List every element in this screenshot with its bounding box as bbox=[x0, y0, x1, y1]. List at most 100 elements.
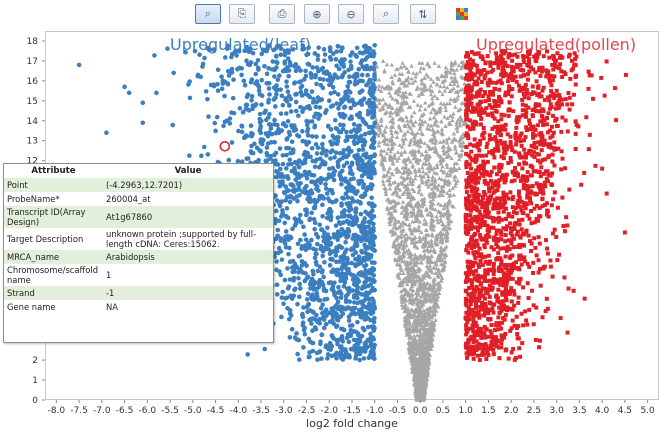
data-point[interactable] bbox=[286, 94, 292, 99]
data-point[interactable] bbox=[307, 199, 312, 204]
data-point[interactable] bbox=[226, 157, 232, 163]
data-point[interactable] bbox=[199, 153, 204, 159]
data-point[interactable] bbox=[368, 91, 373, 96]
data-point[interactable] bbox=[284, 79, 289, 84]
data-point[interactable] bbox=[263, 108, 268, 114]
data-point[interactable] bbox=[287, 199, 293, 205]
data-point[interactable] bbox=[262, 63, 267, 69]
data-point[interactable] bbox=[549, 83, 554, 88]
data-point[interactable] bbox=[277, 269, 282, 274]
data-point[interactable] bbox=[372, 61, 377, 66]
data-point[interactable] bbox=[272, 74, 277, 79]
data-point[interactable] bbox=[356, 66, 362, 72]
data-point[interactable] bbox=[270, 59, 276, 64]
data-point[interactable] bbox=[340, 339, 346, 344]
data-point[interactable] bbox=[278, 249, 284, 254]
data-point[interactable] bbox=[342, 280, 348, 285]
data-point[interactable] bbox=[340, 311, 346, 317]
data-point[interactable] bbox=[277, 183, 283, 189]
data-point[interactable] bbox=[362, 225, 367, 230]
data-point[interactable] bbox=[305, 61, 311, 67]
data-point[interactable] bbox=[295, 351, 300, 357]
data-point[interactable] bbox=[416, 200, 421, 205]
data-point[interactable] bbox=[363, 275, 369, 280]
data-point[interactable] bbox=[266, 86, 272, 91]
data-point[interactable] bbox=[76, 62, 82, 68]
data-point[interactable] bbox=[203, 89, 209, 94]
data-point[interactable] bbox=[456, 165, 462, 170]
data-point[interactable] bbox=[264, 71, 270, 77]
data-point[interactable] bbox=[570, 102, 575, 107]
data-point[interactable] bbox=[368, 331, 373, 337]
data-point[interactable] bbox=[406, 75, 411, 80]
data-point[interactable] bbox=[319, 332, 325, 338]
data-point[interactable] bbox=[353, 356, 358, 361]
data-point[interactable] bbox=[319, 162, 324, 167]
data-point[interactable] bbox=[544, 296, 549, 301]
data-point[interactable] bbox=[280, 102, 286, 108]
data-point[interactable] bbox=[260, 137, 265, 142]
data-point[interactable] bbox=[323, 177, 329, 182]
data-point[interactable] bbox=[286, 251, 291, 257]
data-point[interactable] bbox=[365, 185, 371, 190]
data-point[interactable] bbox=[274, 91, 279, 97]
data-point[interactable] bbox=[330, 199, 335, 205]
data-point[interactable] bbox=[456, 63, 462, 68]
data-point[interactable] bbox=[371, 267, 376, 273]
data-point[interactable] bbox=[366, 224, 371, 230]
data-point[interactable] bbox=[331, 310, 336, 315]
data-point[interactable] bbox=[345, 286, 351, 292]
data-point[interactable] bbox=[343, 306, 348, 312]
data-point[interactable] bbox=[363, 295, 369, 301]
data-point[interactable] bbox=[409, 76, 415, 81]
data-point[interactable] bbox=[309, 191, 314, 196]
data-point[interactable] bbox=[309, 321, 314, 326]
data-point[interactable] bbox=[340, 98, 346, 103]
data-point[interactable] bbox=[395, 149, 401, 154]
data-point[interactable] bbox=[409, 63, 414, 68]
data-point[interactable] bbox=[359, 333, 365, 339]
data-point[interactable] bbox=[244, 58, 249, 64]
data-point[interactable] bbox=[313, 159, 318, 164]
data-point[interactable] bbox=[372, 287, 377, 293]
data-point[interactable] bbox=[565, 102, 570, 107]
data-point[interactable] bbox=[366, 306, 372, 312]
data-point[interactable] bbox=[451, 165, 457, 170]
data-point[interactable] bbox=[349, 307, 355, 313]
data-point[interactable] bbox=[340, 195, 345, 201]
data-point[interactable] bbox=[351, 122, 357, 127]
data-point[interactable] bbox=[548, 258, 553, 263]
data-point[interactable] bbox=[338, 353, 343, 359]
data-point[interactable] bbox=[348, 63, 354, 69]
data-point[interactable] bbox=[484, 234, 489, 239]
data-point[interactable] bbox=[290, 150, 296, 155]
data-point[interactable] bbox=[343, 239, 348, 245]
data-point[interactable] bbox=[321, 317, 327, 322]
data-point[interactable] bbox=[200, 61, 206, 67]
data-point[interactable] bbox=[452, 75, 458, 80]
data-point[interactable] bbox=[557, 93, 562, 98]
data-point[interactable] bbox=[464, 151, 469, 156]
data-point[interactable] bbox=[352, 141, 357, 147]
data-point[interactable] bbox=[272, 139, 277, 145]
data-point[interactable] bbox=[332, 168, 338, 174]
data-point[interactable] bbox=[284, 214, 289, 220]
data-point[interactable] bbox=[345, 255, 350, 261]
data-point[interactable] bbox=[250, 150, 256, 156]
data-point[interactable] bbox=[351, 300, 357, 305]
data-point[interactable] bbox=[347, 98, 352, 104]
data-point[interactable] bbox=[453, 104, 458, 109]
data-point[interactable] bbox=[245, 156, 251, 161]
data-point[interactable] bbox=[264, 153, 270, 158]
data-point[interactable] bbox=[326, 98, 332, 104]
data-point[interactable] bbox=[403, 90, 408, 95]
data-point[interactable] bbox=[438, 216, 443, 221]
data-point[interactable] bbox=[280, 289, 286, 295]
data-point[interactable] bbox=[275, 198, 280, 203]
data-point[interactable] bbox=[317, 316, 323, 322]
data-point[interactable] bbox=[338, 113, 344, 119]
data-point[interactable] bbox=[284, 206, 290, 211]
data-point[interactable] bbox=[353, 72, 358, 77]
data-point[interactable] bbox=[266, 97, 272, 103]
data-point[interactable] bbox=[239, 66, 244, 71]
